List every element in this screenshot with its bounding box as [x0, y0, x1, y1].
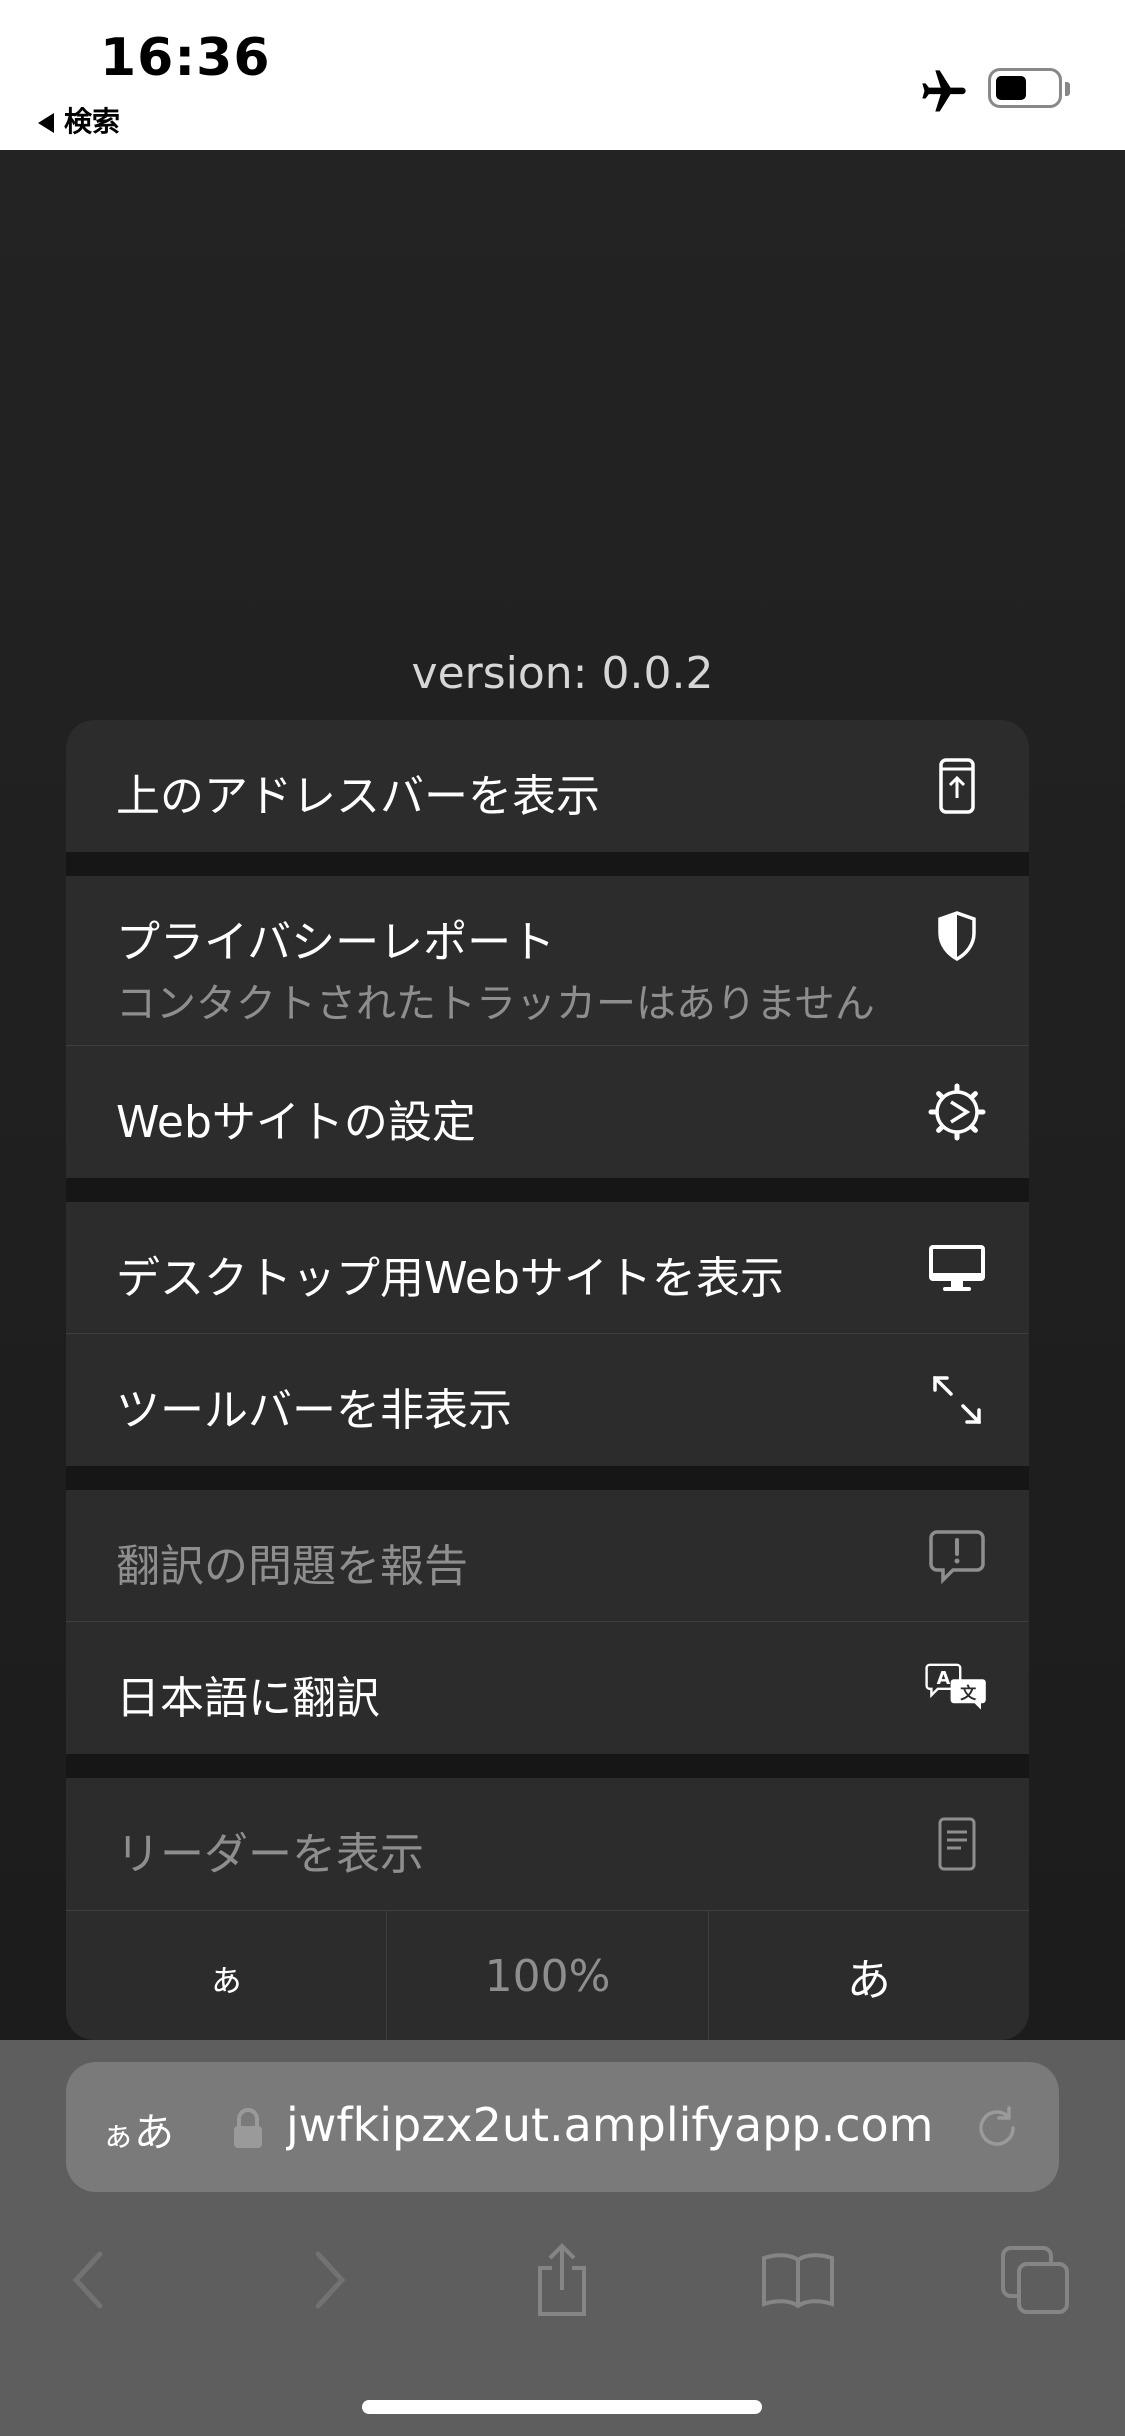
svg-text:文: 文	[960, 1683, 977, 1702]
menu-group-divider	[66, 1754, 1029, 1778]
website-settings-gear-icon	[925, 1080, 989, 1144]
chevron-right-icon	[315, 2251, 346, 2309]
page-menu: 上のアドレスバーを表示 プライバシーレポート コンタクトされたトラッカーはありま…	[66, 720, 1029, 2040]
menu-item-show-reader[interactable]: リーダーを表示	[66, 1778, 1029, 1910]
lock-icon	[234, 2108, 262, 2148]
menu-group-divider	[66, 1466, 1029, 1490]
menu-item-subtitle: コンタクトされたトラッカーはありません	[116, 981, 875, 1027]
tabs-button[interactable]	[995, 2240, 1075, 2320]
forward-button[interactable]	[290, 2240, 370, 2320]
navigation-toolbar	[0, 2230, 1125, 2330]
back-triangle-icon	[38, 113, 54, 133]
menu-item-label: プライバシーレポート	[116, 917, 556, 968]
exclamation-bubble-icon	[925, 1524, 989, 1588]
menu-item-label: リーダーを表示	[116, 1829, 424, 1880]
version-text: version: 0.0.2	[411, 648, 714, 699]
zoom-level-button[interactable]: 100%	[387, 1911, 709, 2040]
menu-item-label: 上のアドレスバーを表示	[116, 771, 600, 822]
desktop-monitor-icon	[925, 1236, 989, 1300]
home-indicator	[362, 2400, 762, 2414]
page-menu-button[interactable]: ぁあ	[102, 2100, 174, 2158]
chevron-left-icon	[72, 2251, 103, 2309]
airplane-mode-icon	[922, 70, 966, 112]
bottom-toolbar: ぁあ jwfkipzx2ut.amplifyapp.com	[0, 2040, 1125, 2436]
bookmarks-button[interactable]	[758, 2240, 838, 2320]
url-text: jwfkipzx2ut.amplifyapp.com	[286, 2098, 934, 2152]
shield-icon	[925, 904, 989, 968]
svg-text:A: A	[937, 1669, 951, 1689]
reload-icon[interactable]	[971, 2102, 1023, 2154]
menu-item-desktop-site[interactable]: デスクトップ用Webサイトを表示	[66, 1202, 1029, 1334]
back-label: 検索	[64, 105, 121, 138]
zoom-controls: ぁ 100% あ	[66, 1910, 1029, 2040]
share-icon	[538, 2243, 586, 2316]
menu-item-website-settings[interactable]: Webサイトの設定	[66, 1046, 1029, 1178]
translate-icon: A文	[925, 1656, 989, 1720]
battery-icon	[988, 68, 1070, 108]
share-button[interactable]	[522, 2240, 602, 2320]
menu-group-divider	[66, 1178, 1029, 1202]
menu-item-label: Webサイトの設定	[116, 1097, 476, 1148]
status-time: 16:36	[100, 28, 271, 88]
menu-item-label: ツールバーを非表示	[116, 1385, 512, 1436]
menu-item-label: デスクトップ用Webサイトを表示	[116, 1253, 784, 1304]
menu-item-label: 翻訳の問題を報告	[116, 1541, 468, 1592]
menu-group-divider	[66, 852, 1029, 876]
status-bar: 16:36 検索	[0, 0, 1125, 151]
menu-item-show-top-address-bar[interactable]: 上のアドレスバーを表示	[66, 720, 1029, 852]
zoom-increase-button[interactable]: あ	[709, 1911, 1029, 2040]
address-bar[interactable]: ぁあ jwfkipzx2ut.amplifyapp.com	[66, 2062, 1059, 2192]
back-to-search-button[interactable]: 検索	[38, 100, 120, 140]
menu-item-report-translation-issue[interactable]: 翻訳の問題を報告	[66, 1490, 1029, 1622]
menu-item-translate-japanese[interactable]: 日本語に翻訳 A文	[66, 1622, 1029, 1754]
reader-document-icon	[925, 1812, 989, 1876]
zoom-decrease-button[interactable]: ぁ	[66, 1911, 388, 2040]
book-icon	[762, 2253, 834, 2309]
menu-item-label: 日本語に翻訳	[116, 1673, 380, 1724]
expand-arrows-icon	[925, 1368, 989, 1432]
menu-item-hide-toolbar[interactable]: ツールバーを非表示	[66, 1334, 1029, 1466]
tabs-icon	[1001, 2246, 1069, 2314]
menu-item-privacy-report[interactable]: プライバシーレポート コンタクトされたトラッカーはありません	[66, 876, 1029, 1046]
back-button[interactable]	[48, 2240, 128, 2320]
phone-top-bar-icon	[925, 754, 989, 818]
